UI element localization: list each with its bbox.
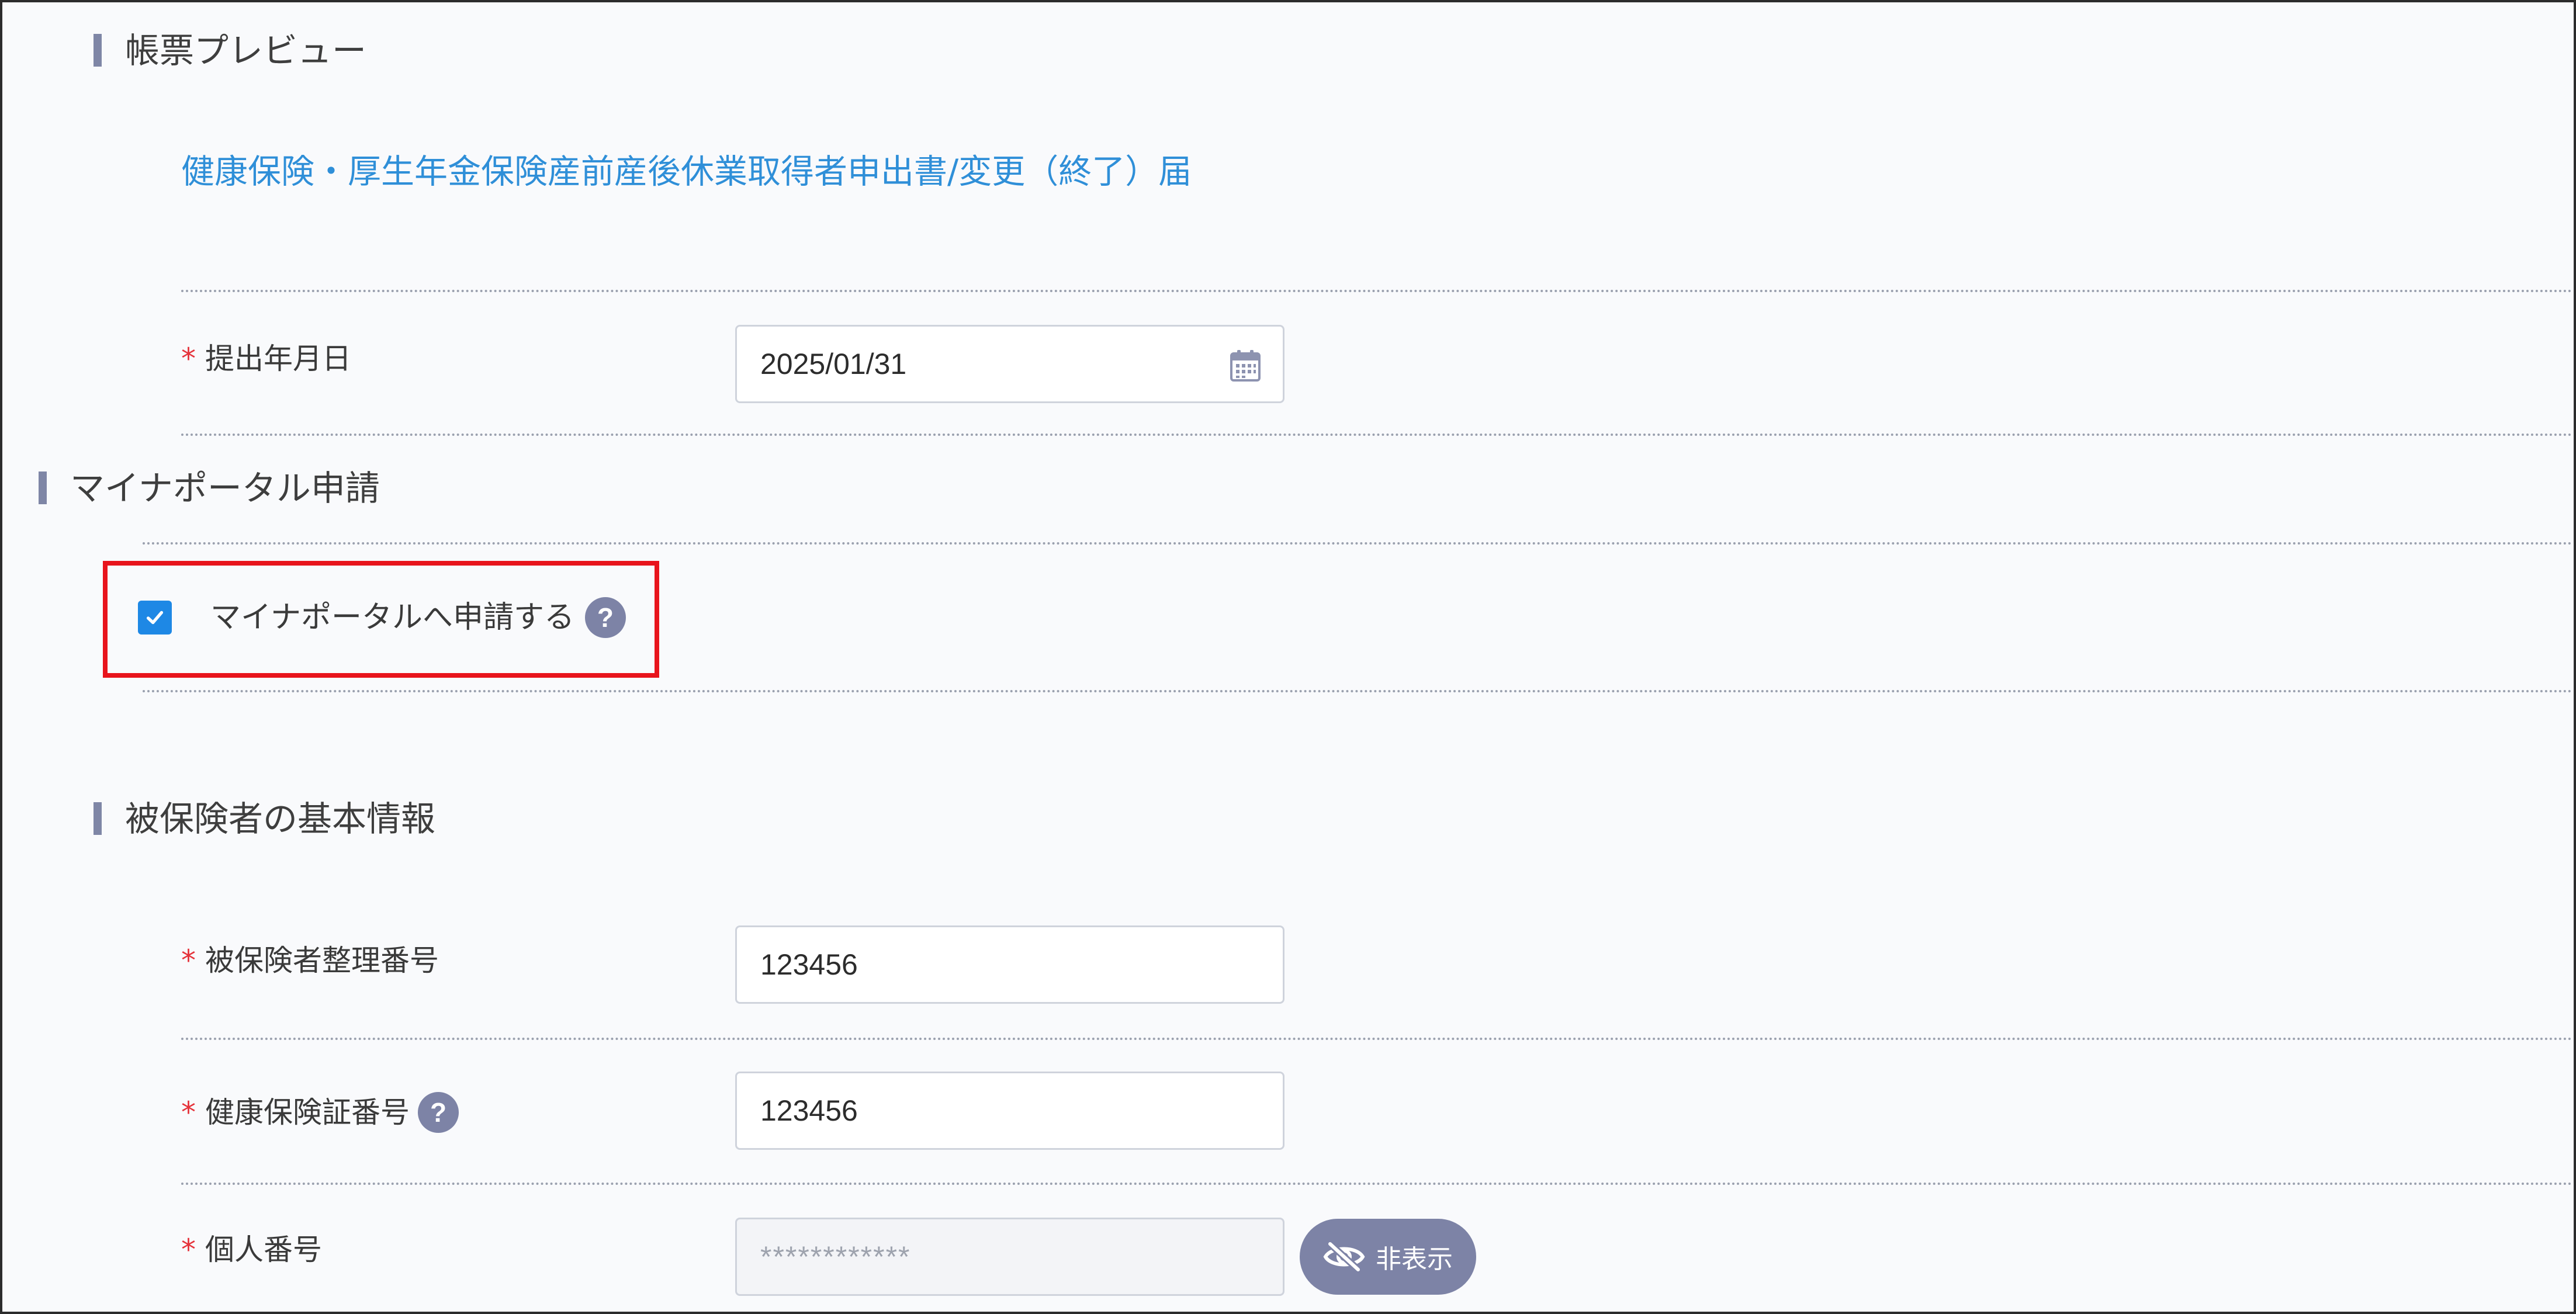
- submission-date-label: * 提出年月日: [181, 344, 351, 373]
- check-icon: [146, 611, 164, 625]
- mynaportal-section-header: マイナポータル申請: [39, 464, 380, 511]
- my-number-input[interactable]: ************: [735, 1218, 1284, 1296]
- section-title-preview: 帳票プレビュー: [125, 30, 367, 71]
- question-help-icon[interactable]: ?: [584, 597, 626, 638]
- section-bar: [94, 802, 102, 835]
- insured-reference-number-value: 123456: [760, 948, 858, 981]
- document-preview-link[interactable]: 健康保険・厚生年金保険産前産後休業取得者申出書/変更（終了）届: [181, 155, 1192, 189]
- health-insurance-card-number-input[interactable]: 123456: [735, 1072, 1284, 1150]
- divider: [143, 542, 2574, 545]
- mynaportal-apply-label: マイナポータルへ申請する: [210, 600, 574, 635]
- submission-date-label-text: 提出年月日: [205, 342, 351, 376]
- health-insurance-card-number-label: * 健康保険証番号 ?: [181, 1092, 459, 1133]
- health-insurance-card-number-label-text: 健康保険証番号: [205, 1095, 410, 1129]
- submission-date-value: 2025/01/31: [760, 348, 907, 380]
- hide-button-label: 非表示: [1376, 1244, 1453, 1274]
- divider: [181, 434, 2574, 436]
- section-title-insured-basic: 被保険者の基本情報: [125, 798, 436, 839]
- mynaportal-apply-checkbox[interactable]: [138, 601, 172, 635]
- mynaportal-apply-checkbox-row[interactable]: マイナポータルへ申請する ?: [138, 597, 626, 638]
- required-mark: *: [181, 944, 196, 977]
- eye-off-icon: [1323, 1240, 1365, 1273]
- section-bar: [39, 471, 47, 504]
- required-mark: *: [181, 342, 196, 376]
- calendar-icon[interactable]: [1230, 350, 1261, 382]
- insured-reference-number-label: * 被保険者整理番号: [181, 946, 439, 975]
- section-title-mynaportal: マイナポータル申請: [70, 467, 380, 508]
- divider: [181, 1038, 2574, 1040]
- submission-date-input[interactable]: 2025/01/31: [735, 325, 1284, 403]
- health-insurance-card-number-value: 123456: [760, 1094, 858, 1127]
- my-number-label-text: 個人番号: [205, 1233, 322, 1267]
- form-frame: 帳票プレビュー 健康保険・厚生年金保険産前産後休業取得者申出書/変更（終了）届 …: [0, 0, 2576, 1314]
- required-mark: *: [181, 1233, 196, 1267]
- divider: [181, 1183, 2574, 1185]
- insured-reference-number-input[interactable]: 123456: [735, 925, 1284, 1004]
- hide-my-number-button[interactable]: 非表示: [1300, 1219, 1476, 1295]
- question-help-icon[interactable]: ?: [418, 1092, 459, 1133]
- insured-basic-section-header: 被保険者の基本情報: [94, 795, 435, 842]
- section-bar: [94, 34, 102, 67]
- my-number-label: * 個人番号: [181, 1235, 322, 1264]
- required-mark: *: [181, 1095, 196, 1129]
- my-number-masked-value: ************: [760, 1240, 911, 1273]
- insured-reference-number-label-text: 被保険者整理番号: [205, 944, 439, 977]
- preview-section-header: 帳票プレビュー: [94, 27, 366, 74]
- divider: [181, 290, 2574, 292]
- divider: [143, 690, 2574, 692]
